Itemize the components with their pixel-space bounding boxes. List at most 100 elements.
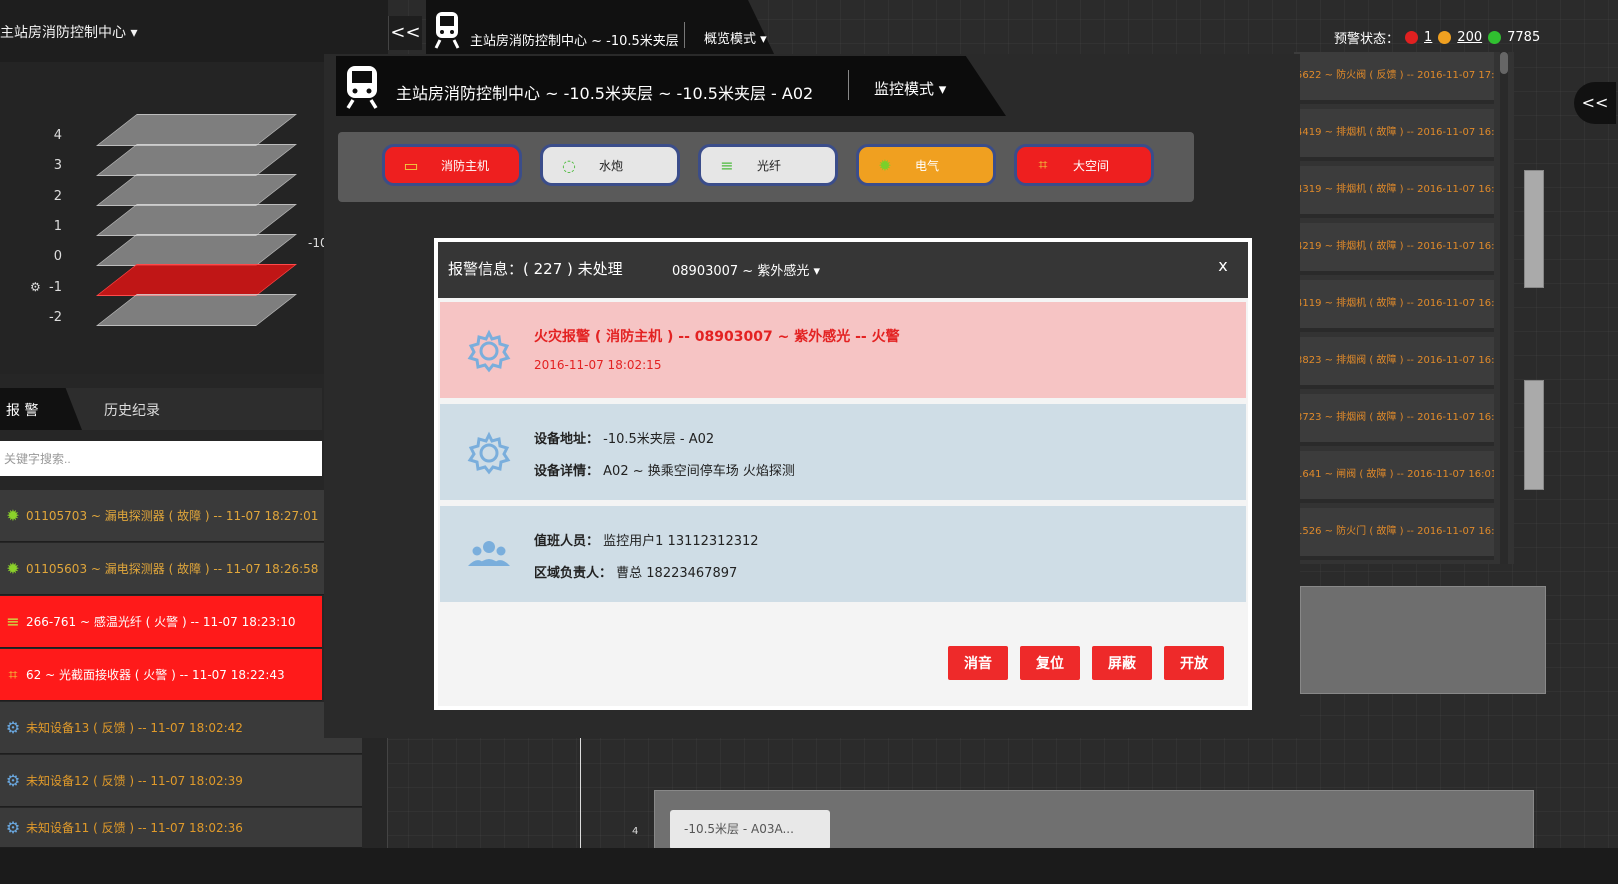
floor-label[interactable]: 2 <box>40 189 62 204</box>
close-button[interactable]: x <box>1212 256 1234 275</box>
floor-plate-4[interactable] <box>96 114 297 146</box>
train-icon <box>434 12 460 49</box>
plan-mark: 4 <box>632 826 639 837</box>
scrollbar[interactable] <box>1500 52 1508 564</box>
gear-icon: ⚙ <box>5 818 21 837</box>
alarm-row[interactable]: ✹ 01105603 ~ 漏电探测器 ( 故障 ) -- 11-07 18:26… <box>0 543 362 595</box>
floor-label[interactable]: 4 <box>40 128 62 143</box>
filter-water-cannon-button[interactable]: ◌ 水炮 <box>540 144 680 186</box>
alarm-text: 01105603 ~ 漏电探测器 ( 故障 ) -- 11-07 18:26:5… <box>26 562 319 576</box>
duty-person: 值班人员： 监控用户1 13112312312 <box>534 534 759 549</box>
plan-room-right-top <box>1524 170 1544 288</box>
warning-status-label: 预警状态： <box>1334 32 1400 47</box>
device-address: 设备地址： -10.5米夹层 - A02 <box>534 432 715 447</box>
alarm-row[interactable]: ≡ 266-761 ~ 感温光纤 ( 火警 ) -- 11-07 18:23:1… <box>0 596 322 648</box>
floor-label[interactable]: -2 <box>40 310 62 325</box>
monitor-mode-dropdown[interactable]: 监控模式 ▾ <box>874 78 946 99</box>
collapse-left-button[interactable]: << <box>388 16 422 50</box>
open-button[interactable]: 开放 <box>1164 646 1224 680</box>
alarm-row[interactable]: ⚙ 未知设备13 ( 反馈 ) -- 11-07 18:02:42 <box>0 702 362 754</box>
plan-room-right-mid <box>1524 380 1544 490</box>
monitor-icon: ▭ <box>403 155 419 175</box>
alarm-row[interactable]: ⚙ 未知设备11 ( 反馈 ) -- 11-07 18:02:36 <box>0 808 362 848</box>
filter-fiber-button[interactable]: ≡ 光纤 <box>698 144 838 186</box>
collapse-right-button[interactable]: << <box>1574 82 1616 124</box>
filter-large-space-button[interactable]: ⌗ 大空间 <box>1014 144 1154 186</box>
fire-alarm-time: 2016-11-07 18:02:15 <box>534 358 662 372</box>
list-item[interactable]: 4319 ~ 排烟机 ( 故障 ) -- 2016-11-07 16:01:46 <box>1294 166 1494 218</box>
top-title: 主站房消防控制中心 ~ -10.5米夹层 <box>470 34 679 49</box>
current-floor-icon: ⚙ <box>30 280 41 294</box>
alarm-text: 266-761 ~ 感温光纤 ( 火警 ) -- 11-07 18:23:10 <box>26 615 296 629</box>
device-select-dropdown[interactable]: 08903007 ~ 紫外感光 ▾ <box>672 260 820 279</box>
users-icon <box>468 541 510 566</box>
red-dot-icon <box>1405 31 1419 44</box>
alarm-row[interactable]: ⚙ 未知设备12 ( 反馈 ) -- 11-07 18:02:39 <box>0 755 362 807</box>
space-icon: ⌗ <box>1038 155 1048 174</box>
filter-electric-button[interactable]: ✹ 电气 <box>856 144 996 186</box>
alarm-row[interactable]: ⌗ 62 ~ 光截面接收器 ( 火警 ) -- 11-07 18:22:43 <box>0 649 322 701</box>
alarm-text: 未知设备11 ( 反馈 ) -- 11-07 18:02:36 <box>26 821 243 835</box>
search-input[interactable] <box>0 441 322 476</box>
fiber-icon: ≡ <box>720 155 734 175</box>
floor-label[interactable]: 0 <box>40 249 62 264</box>
control-center-dropdown[interactable]: 主站房消防控制中心 ▾ <box>0 22 137 42</box>
electric-icon: ✹ <box>6 559 20 578</box>
scrollbar-thumb[interactable] <box>1500 52 1508 74</box>
plan-room-right <box>1300 586 1546 694</box>
gear-icon <box>467 431 511 475</box>
list-item[interactable]: 3823 ~ 排烟阀 ( 故障 ) -- 2016-11-07 16:01:37 <box>1294 337 1494 389</box>
monitor-title: 主站房消防控制中心 ~ -10.5米夹层 ~ -10.5米夹层 - A02 <box>396 84 814 103</box>
list-item[interactable]: 5622 ~ 防火阀 ( 反馈 ) -- 2016-11-07 17:56:38 <box>1294 52 1494 104</box>
alarm-text: 未知设备13 ( 反馈 ) -- 11-07 18:02:42 <box>26 721 243 735</box>
bottom-strip <box>0 848 1618 884</box>
floor-label[interactable]: -1 <box>40 280 62 295</box>
filter-fire-host-button[interactable]: ▭ 消防主机 <box>382 144 522 186</box>
reset-button[interactable]: 复位 <box>1020 646 1080 680</box>
floor-label[interactable]: 3 <box>40 158 62 173</box>
duty-info-card <box>440 506 1246 602</box>
train-icon <box>346 66 378 109</box>
divider <box>684 22 685 48</box>
gear-icon: ⚙ <box>5 771 21 790</box>
area-label[interactable]: -10.5米层 - A03A... <box>670 810 830 850</box>
device-info-card <box>440 404 1246 500</box>
floor-plate-1[interactable] <box>96 204 297 236</box>
fire-alarm-card <box>440 302 1246 398</box>
overview-mode-dropdown[interactable]: 概览模式 ▾ <box>704 28 767 47</box>
floor-label[interactable]: 1 <box>40 219 62 234</box>
space-icon: ⌗ <box>8 664 18 684</box>
orange-count-link[interactable]: 200 <box>1457 30 1482 45</box>
list-item[interactable]: 1526 ~ 防火门 ( 故障 ) -- 2016-11-07 16:01:28 <box>1294 508 1494 560</box>
alarm-text: 未知设备12 ( 反馈 ) -- 11-07 18:02:39 <box>26 774 243 788</box>
warning-status: 预警状态： 1 200 7785 <box>1334 28 1540 47</box>
list-item[interactable]: 1641 ~ 闸阀 ( 故障 ) -- 2016-11-07 16:01:31 <box>1294 451 1494 503</box>
alarm-row[interactable]: ✹ 01105703 ~ 漏电探测器 ( 故障 ) -- 11-07 18:27… <box>0 490 362 542</box>
orange-dot-icon <box>1438 31 1452 44</box>
floor-plate-0[interactable] <box>96 234 297 266</box>
list-item[interactable]: 4219 ~ 排烟机 ( 故障 ) -- 2016-11-07 16:01:43 <box>1294 223 1494 275</box>
floor-plate-minus1[interactable] <box>96 264 297 296</box>
floor-plate-minus2[interactable] <box>96 294 297 326</box>
mute-button[interactable]: 消音 <box>948 646 1008 680</box>
floor-plate-3[interactable] <box>96 144 297 176</box>
electric-icon: ✹ <box>878 155 892 175</box>
dialog-title: 报警信息：( 227 ) 未处理 <box>448 260 623 278</box>
green-count: 7785 <box>1507 30 1541 45</box>
divider <box>848 70 849 100</box>
tab-history[interactable]: 历史纪录 <box>104 400 160 420</box>
list-item[interactable]: 4119 ~ 排烟机 ( 故障 ) -- 2016-11-07 16:01:40 <box>1294 280 1494 332</box>
floor-stack: 4 3 2 1 0 -1 -2 ⚙ -10 <box>0 62 340 374</box>
alarm-text: 01105703 ~ 漏电探测器 ( 故障 ) -- 11-07 18:27:0… <box>26 509 319 523</box>
red-count-link[interactable]: 1 <box>1424 30 1432 45</box>
chevron-down-icon: ▾ <box>130 25 138 41</box>
chevron-down-icon: ▾ <box>813 264 820 279</box>
block-button[interactable]: 屏蔽 <box>1092 646 1152 680</box>
list-item[interactable]: 3723 ~ 排烟阀 ( 故障 ) -- 2016-11-07 16:01:34 <box>1294 394 1494 446</box>
alarm-text: 62 ~ 光截面接收器 ( 火警 ) -- 11-07 18:22:43 <box>26 668 285 682</box>
zone-manager: 区域负责人： 曹总 18223467897 <box>534 566 738 581</box>
green-dot-icon <box>1488 31 1502 44</box>
water-drop-icon: ◌ <box>562 155 576 175</box>
floor-plate-2[interactable] <box>96 174 297 206</box>
list-item[interactable]: 4419 ~ 排烟机 ( 故障 ) -- 2016-11-07 16:01:49 <box>1294 109 1494 161</box>
